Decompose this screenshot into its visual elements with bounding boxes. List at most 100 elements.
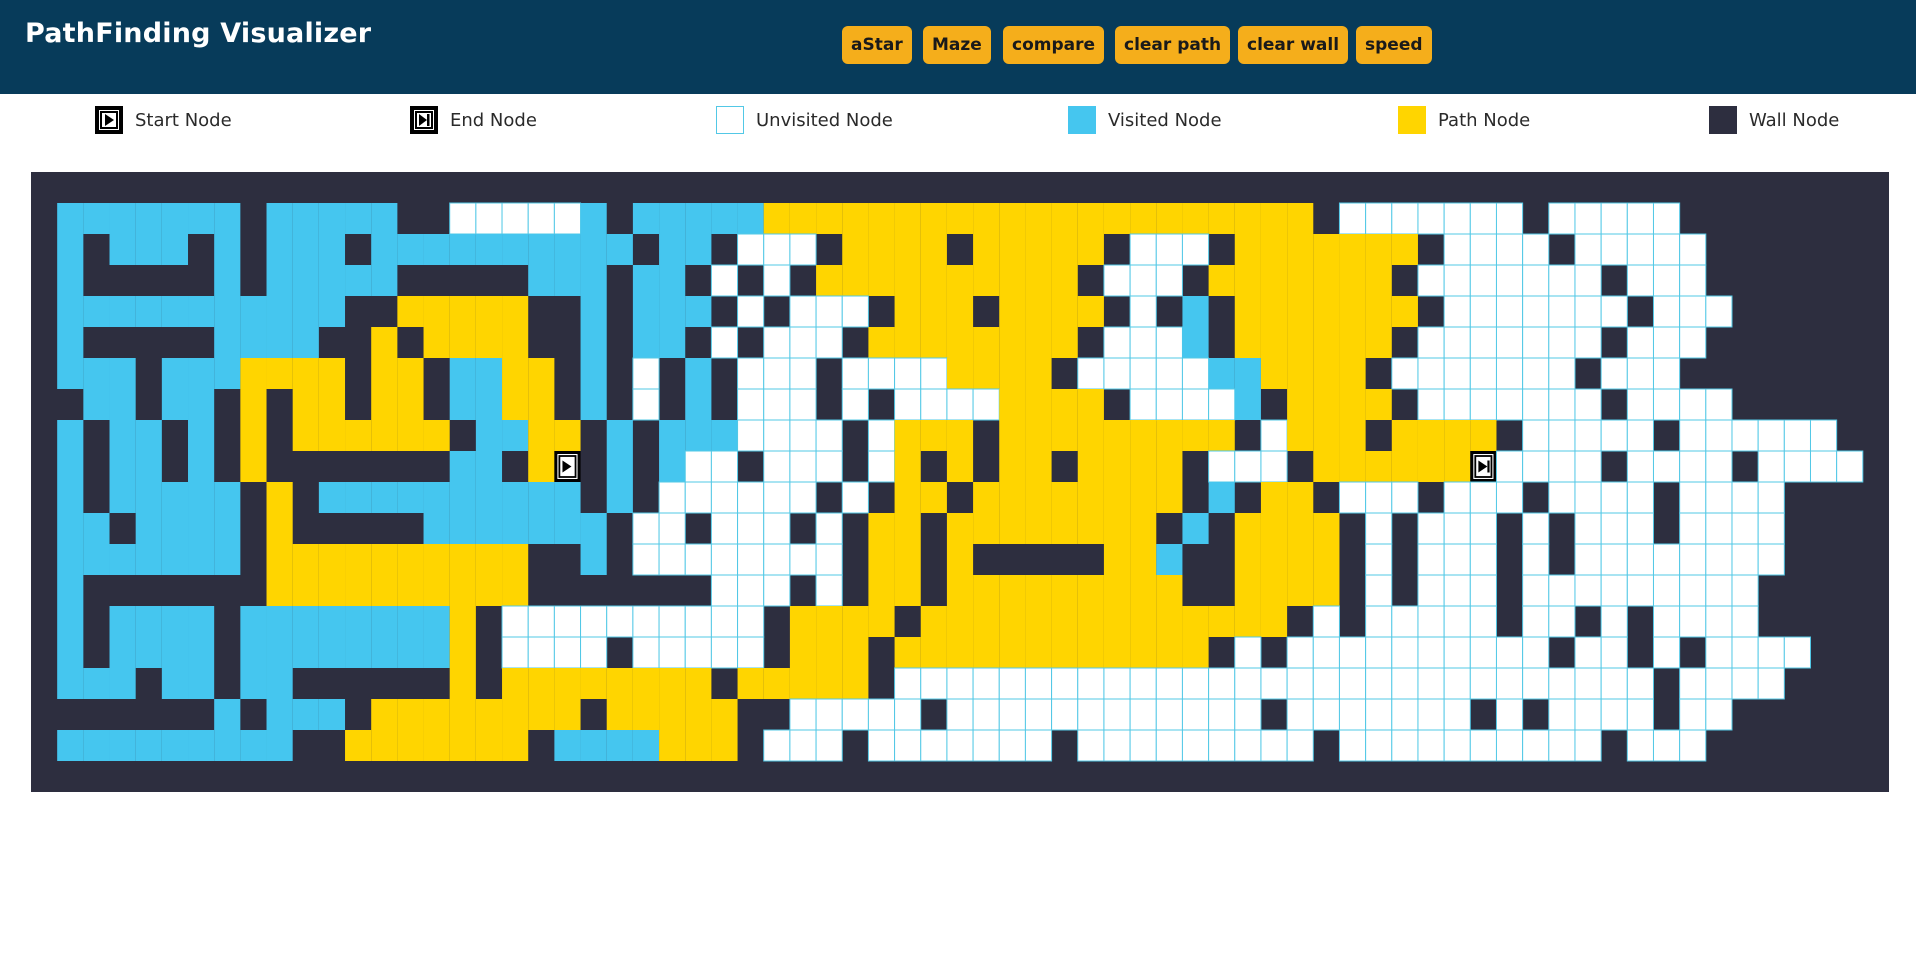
path-node[interactable] xyxy=(1313,327,1340,358)
visited-node[interactable] xyxy=(502,482,529,513)
unvisited-node[interactable] xyxy=(1705,481,1733,514)
unvisited-node[interactable] xyxy=(1103,698,1131,731)
unvisited-node[interactable] xyxy=(1495,295,1524,328)
visited-node[interactable] xyxy=(659,265,686,296)
unvisited-node[interactable] xyxy=(1548,450,1576,483)
path-node[interactable] xyxy=(1103,451,1131,482)
path-node[interactable] xyxy=(711,699,738,730)
path-node[interactable] xyxy=(371,699,398,730)
unvisited-node[interactable] xyxy=(1365,481,1393,514)
unvisited-node[interactable] xyxy=(1469,543,1497,576)
visited-node[interactable] xyxy=(57,513,84,544)
path-node[interactable] xyxy=(1156,420,1183,451)
unvisited-node[interactable] xyxy=(684,481,712,514)
path-node[interactable] xyxy=(920,234,947,265)
visited-node[interactable] xyxy=(449,358,476,389)
visited-node[interactable] xyxy=(57,203,84,234)
visited-node[interactable] xyxy=(57,296,84,327)
unvisited-node[interactable] xyxy=(1391,636,1419,669)
unvisited-node[interactable] xyxy=(1129,295,1157,328)
path-node[interactable] xyxy=(999,389,1026,420)
visited-node[interactable] xyxy=(135,420,162,451)
visited-node[interactable] xyxy=(554,265,581,296)
path-node[interactable] xyxy=(868,265,895,296)
visited-node[interactable] xyxy=(371,637,398,668)
unvisited-node[interactable] xyxy=(1234,636,1262,669)
path-node[interactable] xyxy=(1313,265,1340,296)
unvisited-node[interactable] xyxy=(710,543,739,576)
unvisited-node[interactable] xyxy=(763,574,791,607)
path-node[interactable] xyxy=(1287,327,1314,358)
visited-node[interactable] xyxy=(83,730,110,761)
unvisited-node[interactable] xyxy=(1731,481,1759,514)
visited-node[interactable] xyxy=(109,389,136,420)
path-node[interactable] xyxy=(920,606,947,637)
path-node[interactable] xyxy=(266,358,293,389)
path-node[interactable] xyxy=(1051,575,1078,606)
visited-node[interactable] xyxy=(659,203,686,234)
unvisited-node[interactable] xyxy=(1155,698,1183,731)
path-node[interactable] xyxy=(1025,389,1052,420)
unvisited-node[interactable] xyxy=(920,388,948,421)
path-node[interactable] xyxy=(371,420,398,451)
unvisited-node[interactable] xyxy=(1208,388,1236,421)
visited-node[interactable] xyxy=(528,513,555,544)
unvisited-node[interactable] xyxy=(1103,357,1131,390)
visited-node[interactable] xyxy=(57,420,84,451)
path-node[interactable] xyxy=(1313,544,1340,575)
path-node[interactable] xyxy=(266,482,293,513)
unvisited-node[interactable] xyxy=(1417,636,1445,669)
unvisited-node[interactable] xyxy=(1705,543,1733,576)
path-node[interactable] xyxy=(606,699,633,730)
visited-node[interactable] xyxy=(397,606,424,637)
visited-node[interactable] xyxy=(109,668,136,699)
path-node[interactable] xyxy=(1234,606,1261,637)
visited-node[interactable] xyxy=(711,203,738,234)
path-node[interactable] xyxy=(240,420,267,451)
unvisited-node[interactable] xyxy=(580,636,608,669)
visited-node[interactable] xyxy=(371,234,398,265)
unvisited-node[interactable] xyxy=(763,419,791,452)
unvisited-node[interactable] xyxy=(789,419,817,452)
visited-node[interactable] xyxy=(659,451,686,482)
visited-node[interactable] xyxy=(449,482,476,513)
path-node[interactable] xyxy=(1365,234,1392,265)
visited-node[interactable] xyxy=(1208,358,1235,389)
unvisited-node[interactable] xyxy=(1574,481,1602,514)
path-node[interactable] xyxy=(973,513,1000,544)
visited-node[interactable] xyxy=(240,668,267,699)
visited-node[interactable] xyxy=(580,327,607,358)
unvisited-node[interactable] xyxy=(1443,388,1471,421)
visited-node[interactable] xyxy=(292,327,319,358)
visited-node[interactable] xyxy=(449,513,476,544)
unvisited-node[interactable] xyxy=(867,729,896,762)
path-node[interactable] xyxy=(946,265,974,296)
path-node[interactable] xyxy=(894,234,921,265)
path-node[interactable] xyxy=(423,544,450,575)
visited-node[interactable] xyxy=(685,420,712,451)
visited-node[interactable] xyxy=(109,420,136,451)
unvisited-node[interactable] xyxy=(1181,233,1210,266)
visited-node[interactable] xyxy=(57,234,84,265)
unvisited-node[interactable] xyxy=(867,419,896,452)
visited-node[interactable] xyxy=(57,544,84,575)
visited-node[interactable] xyxy=(135,544,162,575)
visited-node[interactable] xyxy=(580,389,607,420)
path-node[interactable] xyxy=(999,358,1026,389)
path-node[interactable] xyxy=(1287,203,1314,234)
unvisited-node[interactable] xyxy=(1574,233,1602,266)
unvisited-node[interactable] xyxy=(1626,233,1654,266)
unvisited-node[interactable] xyxy=(1338,481,1367,514)
visited-node[interactable] xyxy=(580,296,607,327)
unvisited-node[interactable] xyxy=(972,698,1000,731)
unvisited-node[interactable] xyxy=(1705,512,1733,545)
unvisited-node[interactable] xyxy=(1705,419,1733,452)
path-node[interactable] xyxy=(528,420,555,451)
visited-node[interactable] xyxy=(135,203,162,234)
path-node[interactable] xyxy=(1260,482,1288,513)
unvisited-node[interactable] xyxy=(789,450,817,483)
unvisited-node[interactable] xyxy=(1495,450,1524,483)
unvisited-node[interactable] xyxy=(1312,636,1340,669)
unvisited-node[interactable] xyxy=(1103,264,1131,297)
path-node[interactable] xyxy=(920,420,947,451)
